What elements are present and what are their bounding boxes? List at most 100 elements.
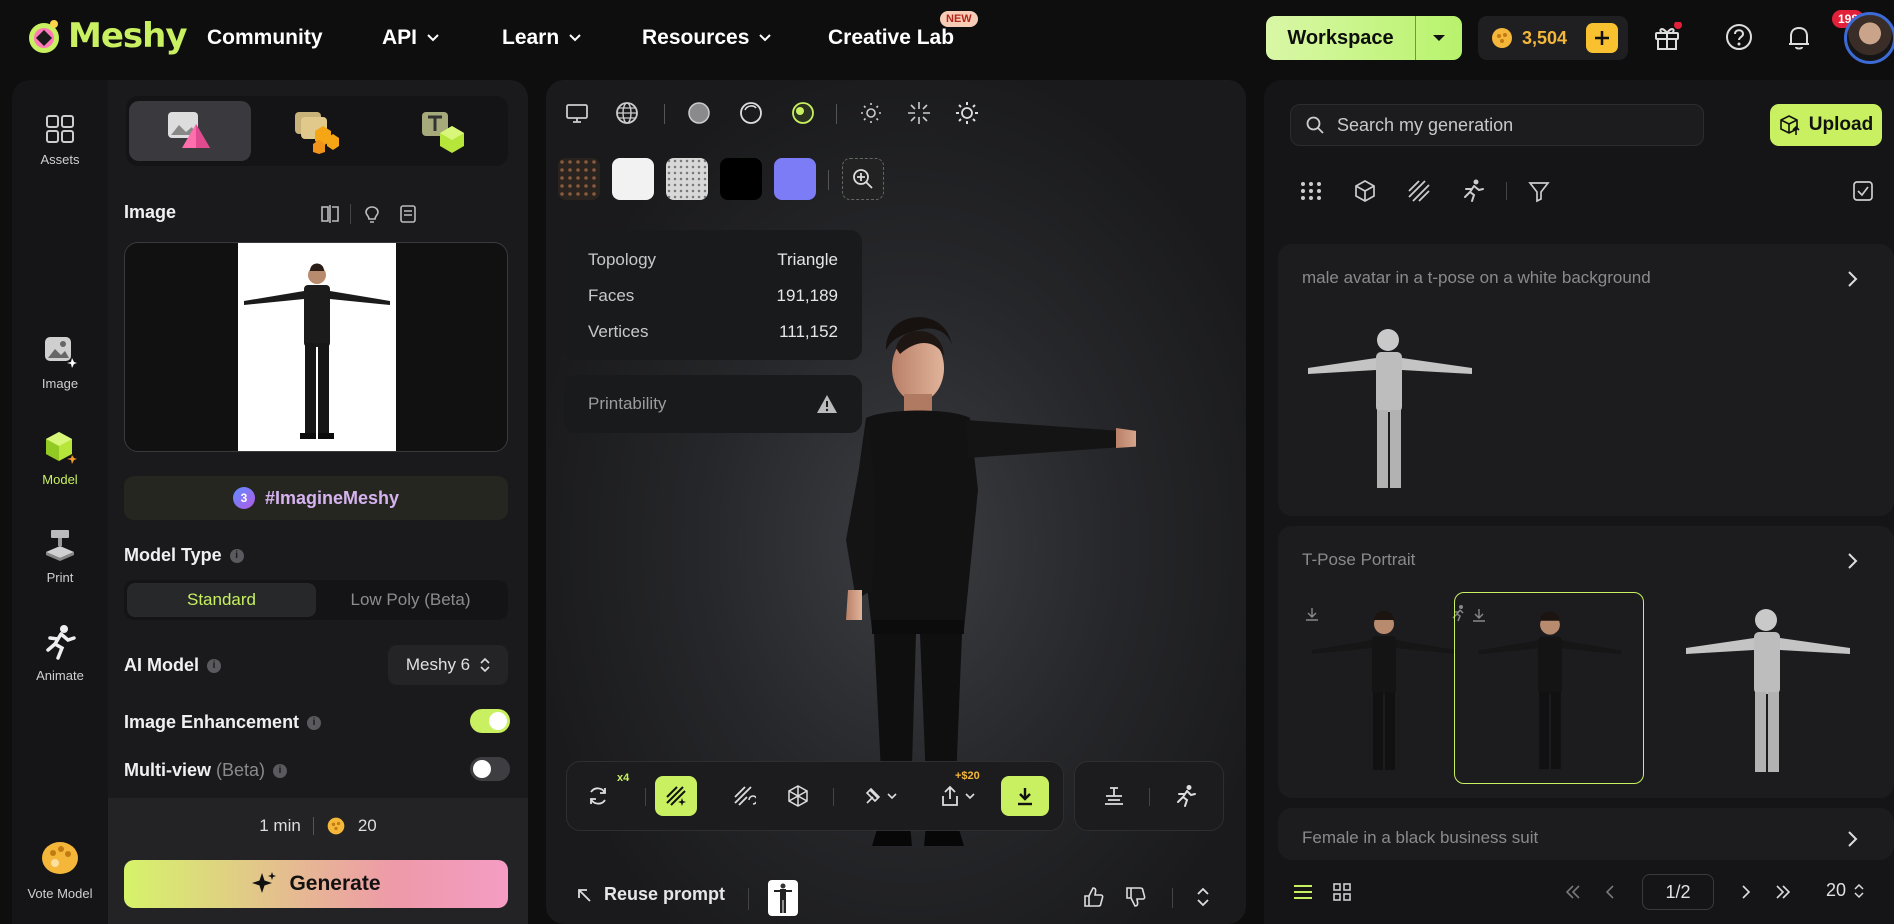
- texture-swatch-zoom[interactable]: [842, 158, 884, 200]
- search-input[interactable]: Search my generation: [1290, 104, 1704, 146]
- reuse-prompt-button[interactable]: Reuse prompt: [576, 884, 725, 905]
- nav-learn[interactable]: Learn: [502, 26, 581, 50]
- textured-shading-icon[interactable]: [790, 100, 816, 126]
- light-bright-icon[interactable]: [954, 100, 980, 126]
- grid-dots-icon[interactable]: [1298, 178, 1324, 204]
- rail-item-animate[interactable]: Animate: [12, 624, 108, 683]
- info-icon[interactable]: i: [307, 716, 322, 731]
- info-icon[interactable]: i: [229, 549, 244, 564]
- model-type-low-poly[interactable]: Low Poly (Beta): [316, 583, 505, 617]
- light-dim-icon[interactable]: [858, 100, 884, 126]
- multiview-beta-label: (Beta): [216, 760, 266, 780]
- texture-swatch-normal[interactable]: [774, 158, 816, 200]
- rail-item-print[interactable]: Print: [12, 528, 108, 585]
- first-page-icon[interactable]: [1564, 884, 1582, 900]
- generation-thumbnail[interactable]: [1296, 316, 1486, 508]
- grid-view-icon[interactable]: [1332, 882, 1352, 902]
- rail-item-assets[interactable]: Assets: [12, 114, 108, 167]
- upload-button[interactable]: Upload: [1770, 104, 1882, 146]
- workspace-button[interactable]: Workspace: [1266, 16, 1462, 60]
- nav-resources[interactable]: Resources: [642, 26, 772, 50]
- nav-community[interactable]: Community: [207, 26, 323, 50]
- imagine-meshy-banner[interactable]: 3 #ImagineMeshy: [124, 476, 508, 520]
- workspace-dropdown[interactable]: [1416, 16, 1462, 60]
- texture-swatch-noise[interactable]: [666, 158, 708, 200]
- generation-thumbnail[interactable]: [1288, 592, 1478, 784]
- info-icon[interactable]: i: [273, 764, 288, 779]
- bell-icon[interactable]: [1784, 22, 1814, 52]
- texture-swatch-white[interactable]: [612, 158, 654, 200]
- chevron-right-icon[interactable]: [1846, 552, 1858, 570]
- model-type-segment: Standard Low Poly (Beta): [124, 580, 508, 620]
- download-button[interactable]: [1001, 776, 1049, 816]
- nav-api[interactable]: API: [382, 26, 439, 50]
- remesh-button[interactable]: [777, 776, 819, 816]
- generation-card[interactable]: Female in a black business suit: [1278, 808, 1894, 860]
- model-viewer[interactable]: Topology Triangle Faces 191,189 Vertices 11…: [546, 80, 1246, 924]
- retexture-button[interactable]: [723, 776, 765, 816]
- animation-filter-icon[interactable]: [1460, 178, 1486, 204]
- retry-button[interactable]: [577, 776, 619, 816]
- generation-card[interactable]: male avatar in a t-pose on a white backg…: [1278, 244, 1894, 516]
- rail-item-image[interactable]: Image: [12, 334, 108, 391]
- page-input[interactable]: 1/2: [1642, 874, 1714, 910]
- texture-swatch-black[interactable]: [720, 158, 762, 200]
- lightbulb-icon[interactable]: [362, 204, 382, 224]
- document-icon[interactable]: [398, 204, 418, 224]
- credits-widget[interactable]: 3,504: [1478, 16, 1628, 60]
- chevron-updown-icon[interactable]: [1196, 886, 1210, 908]
- cube-filter-icon[interactable]: [1352, 178, 1378, 204]
- compare-icon[interactable]: [320, 204, 340, 224]
- generation-card[interactable]: T-Pose Portrait: [1278, 526, 1894, 798]
- info-icon[interactable]: i: [207, 659, 221, 674]
- model-type-standard[interactable]: Standard: [127, 583, 316, 617]
- light-burst-icon[interactable]: [906, 100, 932, 126]
- add-credits-button[interactable]: [1586, 23, 1618, 53]
- chevron-right-icon[interactable]: [1846, 830, 1858, 848]
- checkbox-select-icon[interactable]: [1850, 178, 1876, 204]
- rail-item-vote-model[interactable]: Vote Model: [12, 838, 108, 901]
- texture-button[interactable]: [655, 776, 697, 816]
- rail-item-model[interactable]: Model: [12, 430, 108, 487]
- avatar[interactable]: [1844, 12, 1894, 64]
- pose-stand-button[interactable]: [1093, 776, 1135, 816]
- meshy-logo[interactable]: Meshy: [26, 16, 187, 56]
- input-image-dropzone[interactable]: [124, 242, 508, 452]
- tab-image-to-3d[interactable]: [128, 101, 251, 161]
- download-icon[interactable]: [1304, 606, 1320, 622]
- rig-dropdown-button[interactable]: [849, 776, 909, 816]
- generation-thumbnail[interactable]: [1678, 592, 1868, 784]
- export-dropdown-button[interactable]: [927, 776, 987, 816]
- texture-swatch-original[interactable]: [558, 158, 600, 200]
- animate-button[interactable]: [1165, 776, 1207, 816]
- solid-shading-icon[interactable]: [686, 100, 712, 126]
- prev-page-icon[interactable]: [1604, 884, 1616, 900]
- download-icon[interactable]: [1471, 607, 1487, 623]
- last-page-icon[interactable]: [1774, 884, 1792, 900]
- tab-text-to-3d[interactable]: [383, 101, 505, 161]
- texture-filter-icon[interactable]: [1406, 178, 1432, 204]
- funnel-icon[interactable]: [1526, 178, 1552, 204]
- source-image-thumbnail[interactable]: [768, 880, 798, 916]
- next-page-icon[interactable]: [1740, 884, 1752, 900]
- gift-icon[interactable]: [1652, 22, 1682, 52]
- nav-creative-lab[interactable]: Creative Lab: [828, 26, 954, 50]
- chevron-down-icon: [569, 34, 581, 42]
- chevron-right-icon[interactable]: [1846, 270, 1858, 288]
- image-enhancement-toggle[interactable]: [470, 709, 510, 733]
- ai-model-select[interactable]: Meshy 6: [388, 645, 508, 685]
- clay-shading-icon[interactable]: [738, 100, 764, 126]
- monitor-icon[interactable]: [564, 100, 590, 126]
- grid-icon: [46, 115, 74, 143]
- wireframe-globe-icon[interactable]: [614, 100, 640, 126]
- multiview-toggle[interactable]: [470, 757, 510, 781]
- generation-thumbnail-selected[interactable]: [1454, 592, 1644, 784]
- help-icon[interactable]: [1724, 22, 1754, 52]
- page-size-select[interactable]: 20: [1826, 880, 1864, 901]
- thumbs-down-icon[interactable]: [1124, 886, 1146, 908]
- tab-multi-image-to-3d[interactable]: [256, 101, 378, 161]
- thumbs-up-icon[interactable]: [1082, 886, 1104, 908]
- upload-cube-icon: [1779, 115, 1800, 135]
- generate-button[interactable]: Generate: [124, 860, 508, 908]
- list-view-icon[interactable]: [1292, 882, 1314, 902]
